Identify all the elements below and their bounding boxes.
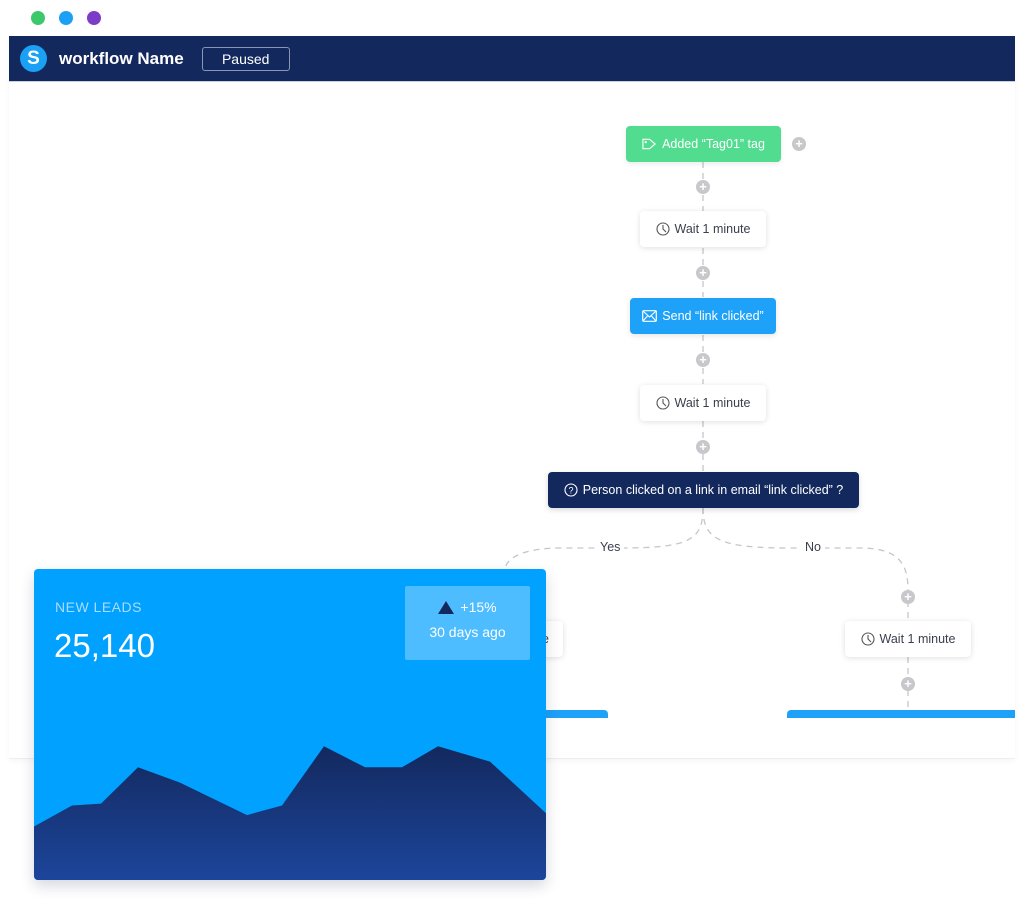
triangle-up-icon — [438, 600, 455, 614]
tag-icon — [642, 138, 657, 150]
clock-icon — [860, 632, 875, 646]
question-icon: ? — [564, 483, 578, 497]
envelope-icon — [642, 310, 658, 322]
leads-area-series — [34, 746, 546, 880]
clock-icon — [655, 396, 670, 410]
node-label: Added “Tag01” tag — [662, 137, 765, 151]
svg-text:?: ? — [568, 486, 573, 496]
delta-value: +15% — [460, 599, 497, 615]
workflow-node-email[interactable]: Send “link clicked” — [630, 298, 776, 334]
branch-label-no: No — [801, 540, 825, 554]
add-step-button[interactable]: + — [901, 677, 915, 691]
workflow-node-next-no[interactable] — [787, 710, 1015, 718]
add-step-button[interactable]: + — [901, 590, 915, 604]
leads-value: 25,140 — [54, 627, 155, 664]
workflow-node-trigger[interactable]: Added “Tag01” tag — [626, 126, 781, 162]
workflow-node-wait[interactable]: Wait 1 minute — [640, 211, 766, 247]
workflow-node-wait[interactable]: Wait 1 minute — [640, 385, 766, 421]
workflow-node-condition[interactable]: ? Person clicked on a link in email “lin… — [548, 472, 859, 508]
workflow-node-wait-no[interactable]: Wait 1 minute — [845, 621, 971, 657]
clock-icon — [655, 222, 670, 236]
add-step-button[interactable]: + — [696, 180, 710, 194]
node-label: Person clicked on a link in email “link … — [582, 483, 844, 497]
leads-title: NEW LEADS — [55, 599, 142, 615]
node-label: Wait 1 minute — [879, 632, 956, 646]
add-step-button[interactable]: + — [792, 137, 806, 151]
add-step-button[interactable]: + — [696, 440, 710, 454]
node-label: Wait 1 minute — [674, 222, 751, 236]
delta-badge: +15% 30 days ago — [405, 586, 530, 660]
new-leads-card: NEW LEADS 25,140 +15% 30 days ago — [34, 569, 546, 880]
add-step-button[interactable]: + — [696, 353, 710, 367]
node-label: Wait 1 minute — [674, 396, 751, 410]
add-step-button[interactable]: + — [696, 266, 710, 280]
delta-period: 30 days ago — [429, 624, 506, 640]
node-label: Send “link clicked” — [662, 309, 764, 323]
connector-branch-yes — [504, 507, 704, 571]
branch-label-yes: Yes — [596, 540, 625, 554]
